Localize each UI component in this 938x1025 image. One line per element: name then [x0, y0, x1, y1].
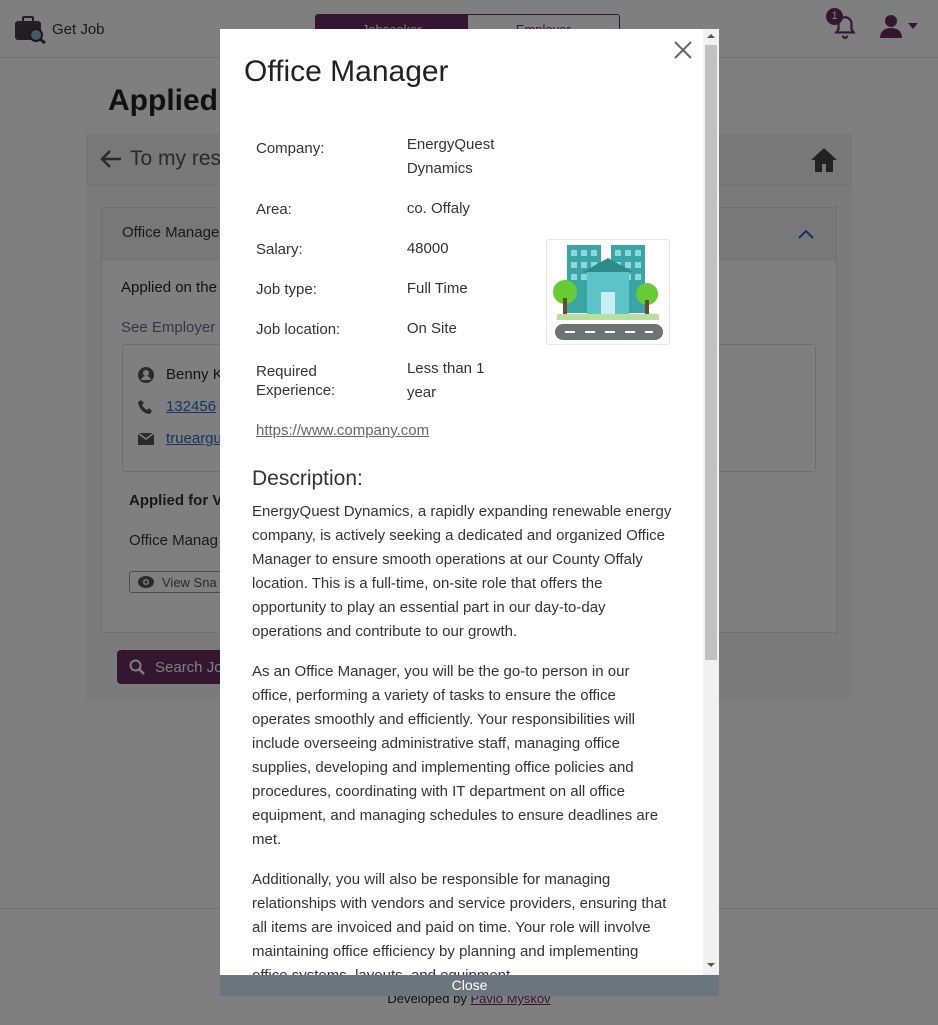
info-label: Company: — [256, 140, 325, 157]
description-paragraph: EnergyQuest Dynamics, a rapidly expandin… — [252, 503, 672, 640]
info-label: Required Experience: — [256, 363, 336, 399]
info-value: Less than 1 year — [406, 360, 485, 401]
job-info-table: Company: EnergyQuest Dynamics Area: co. … — [256, 133, 516, 421]
modal-scrollbar[interactable] — [703, 29, 719, 975]
company-logo — [546, 239, 670, 345]
close-icon[interactable] — [672, 39, 694, 61]
scrollbar-thumb[interactable] — [705, 45, 717, 660]
info-label: Job location: — [256, 321, 341, 338]
job-details-modal: Office Manager Company: EnergyQuest Dyna… — [220, 29, 719, 975]
company-website-link[interactable]: https://www.company.com — [256, 422, 429, 439]
description-paragraph: Additionally, you will also be responsib… — [252, 871, 667, 975]
info-row-salary: Salary: 48000 — [256, 237, 516, 261]
modal-close-button[interactable]: Close — [220, 975, 719, 996]
info-label: Area: — [256, 201, 292, 218]
info-row-job-location: Job location: On Site — [256, 317, 516, 341]
info-row-company: Company: EnergyQuest Dynamics — [256, 133, 516, 181]
info-value: co. Offaly — [406, 200, 470, 217]
info-value: EnergyQuest Dynamics — [406, 136, 495, 177]
scroll-up-arrow-icon[interactable] — [707, 32, 715, 40]
description-paragraph: As an Office Manager, you will be the go… — [252, 663, 659, 848]
info-row-job-type: Job type: Full Time — [256, 277, 516, 301]
scroll-down-arrow-icon[interactable] — [707, 961, 715, 969]
info-label: Salary: — [256, 241, 303, 258]
modal-scroll-area: Office Manager Company: EnergyQuest Dyna… — [220, 29, 703, 975]
info-label: Job type: — [256, 281, 317, 298]
info-row-area: Area: co. Offaly — [256, 197, 516, 221]
modal-title: Office Manager — [244, 55, 449, 88]
info-value: 48000 — [406, 240, 449, 257]
info-row-experience: Required Experience: Less than 1 year — [256, 357, 516, 405]
description-heading: Description: — [252, 467, 363, 490]
info-value: Full Time — [406, 280, 468, 297]
description-body: EnergyQuest Dynamics, a rapidly expandin… — [252, 500, 672, 975]
info-value: On Site — [406, 320, 457, 337]
office-building-icon — [553, 245, 663, 340]
